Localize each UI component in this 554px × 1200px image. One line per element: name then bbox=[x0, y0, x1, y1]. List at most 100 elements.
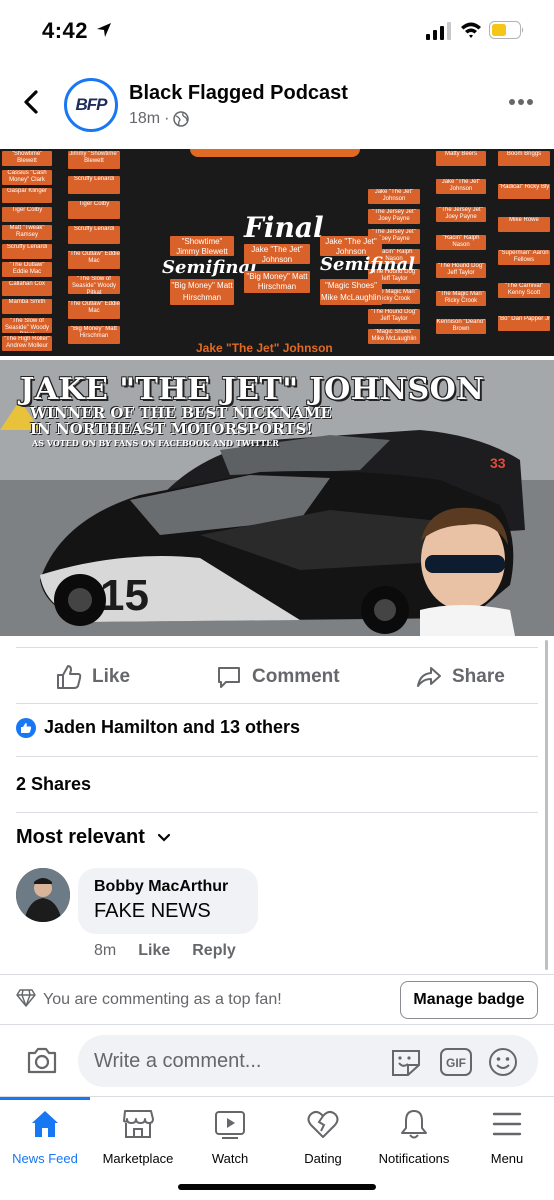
comment-input-wrapper: GIF bbox=[78, 1035, 538, 1087]
bracket-image[interactable]: "Showtime" Blewett Cassius "Cash Money" C… bbox=[0, 149, 554, 356]
comment-icon bbox=[218, 667, 240, 688]
comment-sort-dropdown[interactable]: Most relevant bbox=[16, 826, 171, 849]
chevron-down-icon bbox=[157, 833, 171, 842]
scrollbar[interactable] bbox=[545, 640, 548, 970]
marketplace-icon bbox=[123, 1110, 154, 1138]
more-options-icon[interactable] bbox=[508, 98, 534, 106]
sticker-icon[interactable] bbox=[390, 1047, 422, 1077]
location-arrow-icon bbox=[97, 23, 111, 37]
wifi-icon bbox=[461, 22, 481, 38]
bracket-entry: Cassius "Cash Money" Clark bbox=[2, 169, 52, 185]
bracket-entry: "The Jersey Jet" Joey Payne bbox=[436, 207, 486, 222]
bracket-entry: "The Outlaw" Eddie Mac bbox=[2, 262, 52, 277]
share-label: Share bbox=[452, 666, 505, 687]
tab-notifications[interactable]: Notifications bbox=[364, 1107, 464, 1169]
camera-icon[interactable] bbox=[26, 1045, 58, 1075]
divider bbox=[16, 812, 538, 813]
bracket-entry: "Radical" Ricky Bly bbox=[498, 184, 550, 199]
post-time[interactable]: 18m bbox=[129, 110, 160, 128]
bracket-entry: "Big Money" Matt Hirschman bbox=[68, 326, 120, 344]
gif-icon[interactable]: GIF bbox=[440, 1048, 472, 1076]
battery-icon bbox=[489, 21, 524, 39]
bracket-entry: Tiger Colby bbox=[2, 206, 52, 222]
back-arrow-icon[interactable] bbox=[20, 88, 44, 116]
tab-news-feed[interactable]: News Feed bbox=[0, 1107, 95, 1169]
comment-time: 8m bbox=[94, 942, 117, 959]
comment-composer: GIF bbox=[0, 1024, 554, 1096]
semi-right-1: Jake "The Jet" Johnson bbox=[320, 236, 382, 256]
bracket-entry: "Showtime" Blewett bbox=[2, 151, 52, 166]
final-1: Jake "The Jet" Johnson bbox=[244, 244, 310, 264]
comment-text: FAKE NEWS bbox=[94, 900, 211, 922]
menu-icon bbox=[492, 1112, 522, 1136]
bracket-entry: "Racin" Ralph Nason bbox=[436, 235, 486, 250]
shares-count[interactable]: 2 Shares bbox=[16, 774, 91, 795]
meta-separator: · bbox=[164, 110, 170, 127]
semi-left-1: "Showtime" Jimmy Blewett bbox=[170, 236, 234, 256]
globe-icon bbox=[173, 111, 190, 127]
semi-right-2: "Magic Shoes" Mike McLaughlin bbox=[320, 279, 382, 305]
status-time: 4:42 bbox=[42, 18, 89, 43]
tab-marketplace[interactable]: Marketplace bbox=[88, 1107, 188, 1169]
hero-image[interactable]: 33 15 JAKE "THE JET" JOHNSON WINNER OF T… bbox=[0, 360, 554, 636]
comment-reply-button[interactable]: Reply bbox=[192, 942, 236, 960]
tab-label: Marketplace bbox=[102, 1151, 174, 1166]
bracket-entry: "Bo" Dan Papper Jr bbox=[498, 316, 550, 331]
like-reaction-icon bbox=[16, 717, 36, 738]
svg-text:33: 33 bbox=[490, 455, 506, 471]
bracket-entry: "The Outlaw" Eddie Mac bbox=[68, 251, 120, 269]
bracket-entry: Matty Beers bbox=[436, 151, 486, 166]
tab-dating[interactable]: Dating bbox=[273, 1107, 373, 1169]
page-avatar[interactable]: BFP bbox=[64, 78, 118, 132]
bracket-entry: Jimmy "Showtime" Blewett bbox=[68, 151, 120, 169]
hero-title: JAKE "THE JET" JOHNSON bbox=[20, 372, 485, 407]
diamond-icon bbox=[16, 989, 36, 1007]
bracket-final-label: Final bbox=[244, 211, 324, 244]
bracket-entry: "Magic Shoes" Mike McLaughlin bbox=[368, 329, 420, 344]
active-tab-indicator bbox=[0, 1097, 90, 1100]
comment-button[interactable]: Comment bbox=[216, 658, 340, 696]
hero-subtitle-2: IN NORTHEAST MOTORSPORTS! bbox=[30, 420, 313, 438]
comment-actions: 8m Like Reply bbox=[94, 942, 236, 960]
tab-menu[interactable]: Menu bbox=[457, 1107, 554, 1169]
commenter-avatar[interactable] bbox=[16, 868, 70, 922]
reactions-summary[interactable]: Jaden Hamilton and 13 others bbox=[16, 717, 300, 738]
tab-watch[interactable]: Watch bbox=[180, 1107, 280, 1169]
bracket-semifinal-right-label: Semifinal bbox=[320, 254, 416, 275]
comment-input[interactable] bbox=[94, 1035, 384, 1087]
semi-left-2: "Big Money" Matt Hirschman bbox=[170, 279, 234, 305]
comment-like-button[interactable]: Like bbox=[138, 942, 170, 960]
top-fan-bar: You are commenting as a top fan! Manage … bbox=[0, 974, 554, 1024]
divider bbox=[16, 647, 538, 648]
status-bar: 4:42 bbox=[0, 0, 554, 60]
comment-author[interactable]: Bobby MacArthur bbox=[94, 878, 242, 896]
cellular-signal-icon bbox=[426, 22, 451, 40]
top-fan-text: You are commenting as a top fan! bbox=[43, 991, 282, 1008]
like-button[interactable]: Like bbox=[56, 658, 130, 696]
bracket-entry: "The Carnival" Kenny Scott bbox=[498, 283, 550, 298]
share-button[interactable]: Share bbox=[416, 658, 505, 696]
bracket-winner: Jake "The Jet" Johnson bbox=[196, 341, 333, 355]
comment-bubble[interactable]: Bobby MacArthur FAKE NEWS bbox=[78, 868, 258, 934]
bracket-semifinal-left-label: Semifinal bbox=[162, 257, 258, 278]
bracket-entry: Gaspar Klinger bbox=[2, 188, 52, 203]
bracket-entry: "The Slow of Seaside" Woody Pitkat bbox=[68, 276, 120, 294]
hero-subtitle-3: AS VOTED ON BY FANS ON FACEBOOK AND TWIT… bbox=[32, 438, 279, 448]
svg-text:GIF: GIF bbox=[446, 1056, 466, 1070]
page-name[interactable]: Black Flagged Podcast bbox=[129, 82, 348, 105]
bracket-entry: "The Magic Man" Ricky Crook bbox=[436, 291, 486, 306]
divider bbox=[16, 756, 538, 757]
bracket-entry: Kennison "Deano" Brown bbox=[436, 319, 486, 334]
manage-badge-button[interactable]: Manage badge bbox=[400, 981, 538, 1019]
reactions-text: Jaden Hamilton and 13 others bbox=[44, 717, 301, 737]
dating-icon bbox=[307, 1110, 339, 1138]
bracket-entry: "The Hound Dog" Jeff Taylor bbox=[368, 309, 420, 324]
bracket-top-bar bbox=[190, 149, 360, 157]
bracket-entry: Mike Rowe bbox=[498, 217, 550, 232]
post-header: BFP Black Flagged Podcast 18m · bbox=[0, 70, 554, 136]
like-label: Like bbox=[92, 666, 131, 687]
emoji-icon[interactable] bbox=[488, 1047, 518, 1077]
home-icon bbox=[32, 1111, 58, 1137]
bracket-entry: Mamba Smith bbox=[2, 299, 52, 314]
svg-text:15: 15 bbox=[100, 571, 149, 620]
